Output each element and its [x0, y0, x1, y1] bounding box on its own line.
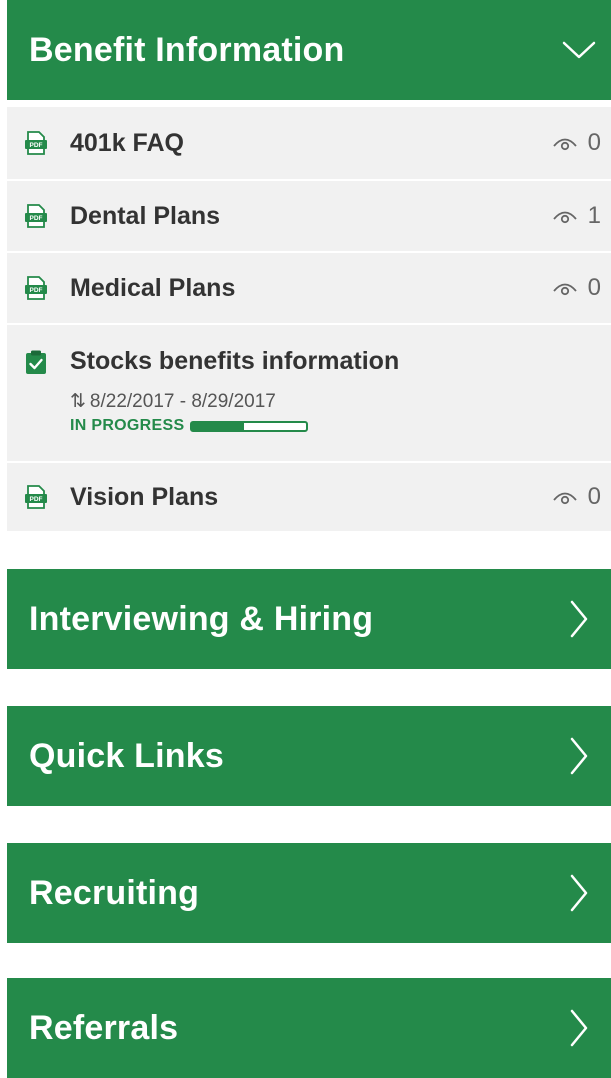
section-title: Benefit Information	[29, 30, 345, 69]
task-date-range: ⇅ 8/22/2017 - 8/29/2017	[70, 390, 399, 413]
date-range-text: 8/22/2017 - 8/29/2017	[89, 390, 276, 412]
view-count: 0	[552, 129, 601, 157]
view-count-value: 0	[587, 129, 601, 156]
section-title: Recruiting	[29, 873, 200, 912]
view-count: 1	[552, 202, 601, 230]
eye-icon	[552, 492, 577, 505]
benefit-document-list: PDF 401k FAQ 0 PDF Dental Plans 1 PDF Me…	[7, 107, 611, 531]
section-title: Quick Links	[29, 736, 224, 775]
sort-arrows-icon: ⇅	[70, 391, 86, 412]
list-item-401k-faq[interactable]: PDF 401k FAQ 0	[7, 107, 611, 179]
item-title: Dental Plans	[70, 201, 221, 230]
list-item-stocks-benefits[interactable]: Stocks benefits information ⇅ 8/22/2017 …	[7, 325, 611, 461]
pdf-icon: PDF	[25, 131, 47, 155]
chevron-down-icon[interactable]	[559, 30, 599, 70]
section-header-benefit-information[interactable]: Benefit Information	[7, 0, 611, 100]
pdf-icon: PDF	[25, 204, 47, 228]
list-item-vision-plans[interactable]: PDF Vision Plans 0	[7, 463, 611, 531]
section-header-referrals[interactable]: Referrals	[7, 978, 611, 1078]
item-title: Medical Plans	[70, 273, 236, 302]
section-header-quick-links[interactable]: Quick Links	[7, 706, 611, 806]
eye-icon	[552, 211, 577, 224]
progress-bar	[190, 420, 309, 432]
list-item-dental-plans[interactable]: PDF Dental Plans 1	[7, 181, 611, 251]
view-count-value: 0	[587, 483, 601, 510]
progress-fill	[192, 422, 244, 430]
pdf-icon: PDF	[25, 485, 47, 509]
eye-icon	[552, 283, 577, 296]
section-title: Referrals	[29, 1008, 179, 1047]
svg-text:PDF: PDF	[30, 496, 43, 503]
list-item-medical-plans[interactable]: PDF Medical Plans 0	[7, 253, 611, 323]
status-text: IN PROGRESS	[70, 417, 185, 434]
chevron-right-icon[interactable]	[559, 599, 599, 639]
section-title: Interviewing & Hiring	[29, 599, 374, 638]
svg-text:PDF: PDF	[30, 215, 43, 222]
chevron-right-icon[interactable]	[559, 873, 599, 913]
view-count: 0	[552, 483, 601, 511]
chevron-right-icon[interactable]	[559, 736, 599, 776]
section-header-interviewing-hiring[interactable]: Interviewing & Hiring	[7, 569, 611, 669]
item-title: Stocks benefits information	[70, 347, 400, 375]
item-title: 401k FAQ	[70, 128, 184, 157]
svg-text:PDF: PDF	[30, 287, 43, 294]
chevron-right-icon[interactable]	[559, 1008, 599, 1048]
view-count: 0	[552, 274, 601, 302]
eye-icon	[552, 138, 577, 151]
svg-text:PDF: PDF	[30, 142, 43, 149]
view-count-value: 1	[587, 202, 601, 229]
clipboard-check-icon	[26, 350, 46, 374]
section-header-recruiting[interactable]: Recruiting	[7, 843, 611, 943]
task-status: IN PROGRESS	[70, 417, 399, 435]
item-title: Vision Plans	[70, 482, 219, 511]
view-count-value: 0	[587, 274, 601, 301]
pdf-icon: PDF	[25, 276, 47, 300]
